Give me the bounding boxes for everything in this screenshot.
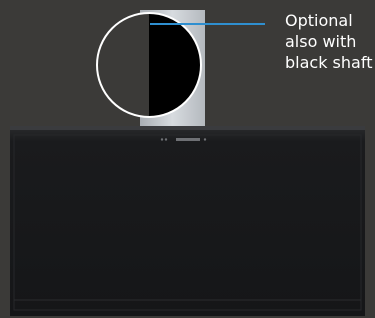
annotation-line-2: also with (285, 32, 357, 51)
annotation-line-3: black shaft (285, 53, 373, 72)
annotation-caption: Optional also with black shaft (285, 10, 375, 73)
cooker-hood (10, 126, 365, 316)
annotation-line-1: Optional (285, 11, 353, 30)
